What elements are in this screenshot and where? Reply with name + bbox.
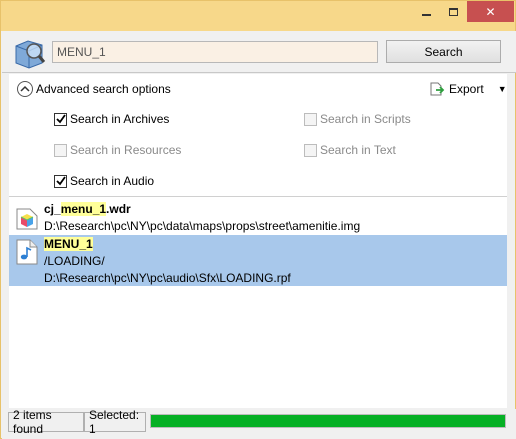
checkbox-search-audio[interactable]: Search in Audio — [54, 174, 154, 188]
close-button[interactable]: ✕ — [467, 1, 514, 22]
model-cube-icon — [16, 208, 38, 230]
status-bar: 2 items found Selected: 1 — [2, 408, 516, 439]
checkbox-unchecked-icon — [54, 143, 67, 157]
result-name: cj_menu_1.wdr — [44, 202, 131, 216]
checkbox-label: Search in Audio — [70, 174, 155, 188]
title-bar: ✕ — [1, 1, 515, 31]
result-text: cj_menu_1.wdr D:\Research\pc\NY\pc\data\… — [44, 201, 360, 235]
items-found-status: 2 items found — [8, 408, 84, 436]
maximize-button[interactable] — [440, 1, 467, 22]
checkbox-search-archives[interactable]: Search in Archives — [54, 112, 169, 126]
match-highlight: MENU_1 — [44, 237, 93, 251]
checkbox-checked-icon[interactable] — [54, 112, 67, 126]
checkbox-label: Search in Resources — [70, 143, 182, 157]
checkbox-checked-icon[interactable] — [54, 174, 67, 188]
export-button[interactable]: Export ▼ — [429, 81, 507, 97]
result-path: D:\Research\pc\NY\pc\data\maps\props\str… — [44, 219, 361, 233]
advanced-options-toggle[interactable]: Advanced search options — [17, 81, 171, 97]
result-item-selected[interactable]: MENU_1 /LOADING/ D:\Research\pc\NY\pc\au… — [9, 235, 507, 286]
search-bar: Search — [2, 31, 516, 73]
maximize-icon — [449, 7, 458, 16]
progress-bar-fill — [151, 415, 505, 427]
audio-file-icon — [16, 239, 38, 265]
progress-bar — [150, 414, 506, 428]
result-item[interactable]: cj_menu_1.wdr D:\Research\pc\NY\pc\data\… — [9, 199, 507, 235]
result-text: MENU_1 /LOADING/ D:\Research\pc\NY\pc\au… — [44, 236, 291, 287]
export-label: Export — [449, 82, 484, 96]
search-input[interactable] — [52, 41, 378, 63]
result-name: MENU_1 — [44, 236, 291, 253]
checkbox-search-text: Search in Text — [304, 143, 396, 157]
export-icon — [430, 82, 445, 96]
close-icon: ✕ — [485, 4, 496, 19]
minimize-icon — [421, 13, 431, 16]
checkbox-unchecked-icon — [304, 143, 317, 157]
selected-count-status: Selected: 1 — [84, 408, 146, 436]
search-options-panel: Advanced search options Export ▼ Search … — [9, 74, 507, 196]
search-button[interactable]: Search — [386, 40, 501, 63]
result-path: D:\Research\pc\NY\pc\audio\Sfx\LOADING.r… — [44, 271, 291, 285]
checkbox-search-resources: Search in Resources — [54, 143, 181, 157]
dropdown-arrow-icon[interactable]: ▼ — [498, 84, 507, 94]
match-highlight: menu_1 — [60, 202, 107, 216]
search-app-icon — [15, 40, 46, 69]
checkbox-unchecked-icon — [304, 112, 317, 126]
checkbox-search-scripts: Search in Scripts — [304, 112, 411, 126]
result-subpath: /LOADING/ — [44, 254, 105, 268]
checkbox-label: Search in Scripts — [320, 112, 411, 126]
collapse-chevron-icon[interactable] — [17, 81, 33, 97]
checkbox-label: Search in Archives — [70, 112, 170, 126]
advanced-options-label: Advanced search options — [36, 82, 171, 96]
minimize-button[interactable] — [412, 1, 440, 22]
checkbox-label: Search in Text — [320, 143, 396, 157]
results-list[interactable]: cj_menu_1.wdr D:\Research\pc\NY\pc\data\… — [9, 197, 507, 408]
search-window: ✕ Search Advanced search options Export … — [0, 0, 516, 439]
